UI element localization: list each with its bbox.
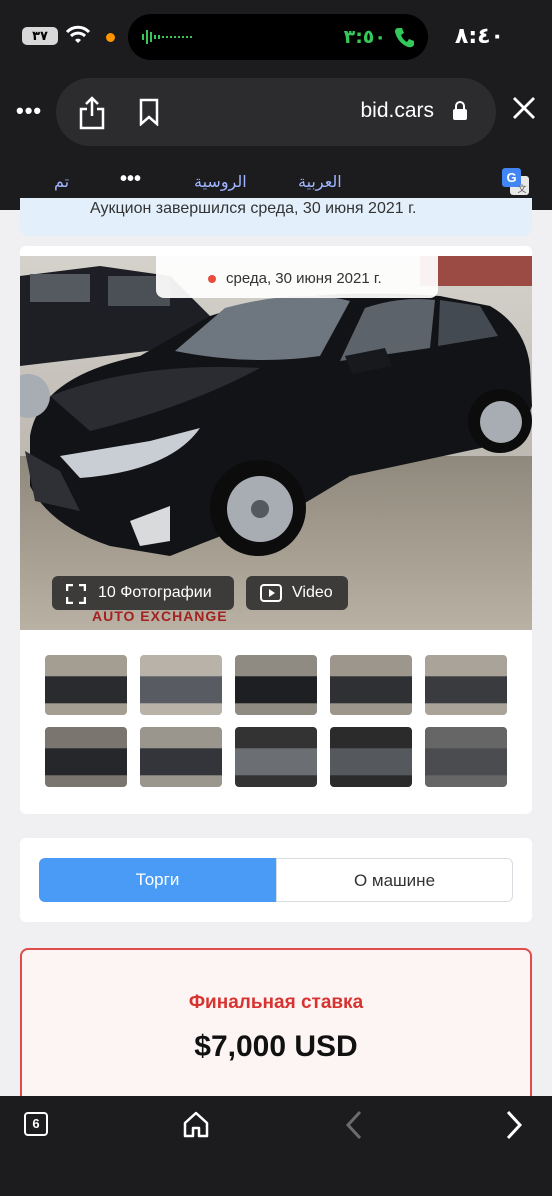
tabs-count-button[interactable]: 6 — [24, 1112, 48, 1136]
browser-bottom-toolbar: 6 — [0, 1096, 552, 1196]
clock: ٨:٤٠ — [454, 24, 504, 49]
banner-text: Аукцион завершился среда, 30 июня 2021 г… — [90, 200, 417, 217]
gallery-thumbnail[interactable] — [45, 655, 127, 715]
translate-more-icon[interactable]: ••• — [120, 168, 141, 191]
gallery-thumbnail[interactable] — [330, 655, 412, 715]
share-icon[interactable] — [78, 96, 106, 130]
status-dot — [208, 275, 216, 283]
svg-text:G: G — [506, 170, 516, 185]
auto-exchange-watermark: AUTO EXCHANGE — [92, 608, 228, 624]
final-bid-label: Финальная ставка — [188, 992, 364, 1013]
car-photo-image — [20, 256, 532, 630]
phone-icon — [395, 28, 414, 48]
battery-indicator: ٣٧ — [22, 27, 58, 45]
google-translate-icon[interactable]: G 文 — [502, 168, 530, 196]
browser-toolbar: ••• bid.cars — [0, 72, 552, 154]
forward-icon[interactable] — [504, 1110, 524, 1140]
gallery-thumbnail[interactable] — [45, 727, 127, 787]
video-button[interactable]: Video — [246, 576, 348, 610]
auction-ended-banner: Аукцион завершился среда, 30 июня 2021 г… — [20, 198, 532, 236]
status-bar: ٣٧ ٣:٥٠ ٨:٤٠ — [0, 0, 552, 72]
tab-about-car[interactable]: О машине — [276, 858, 513, 902]
audio-waveform-icon — [142, 30, 192, 44]
url-text: bid.cars — [360, 99, 434, 122]
gallery-thumbnail[interactable] — [235, 727, 317, 787]
video-button-label: Video — [292, 584, 333, 601]
translate-done-button[interactable]: تم — [54, 172, 69, 191]
gallery-thumbnail[interactable] — [235, 655, 317, 715]
tab-bids[interactable]: Торги — [39, 858, 276, 902]
fullscreen-icon — [66, 584, 86, 604]
wifi-icon — [66, 25, 90, 43]
more-options-icon[interactable]: ••• — [16, 98, 42, 124]
main-car-photo[interactable] — [20, 256, 532, 630]
details-tabs-card: Торги О машине — [20, 838, 532, 922]
translate-lang-arabic[interactable]: العربية — [298, 172, 342, 191]
translate-lang-russian[interactable]: الروسية — [194, 172, 247, 191]
bookmark-icon[interactable] — [138, 98, 160, 126]
final-bid-price: $7,000 USD — [194, 1030, 358, 1063]
play-icon — [260, 584, 282, 602]
svg-text:文: 文 — [517, 183, 526, 195]
call-duration: ٣:٥٠ — [343, 26, 386, 48]
address-bar[interactable]: bid.cars — [56, 78, 496, 146]
gallery-thumbnail[interactable] — [140, 727, 222, 787]
photos-button-label: 10 Фотографии — [98, 584, 212, 601]
close-icon[interactable] — [512, 96, 536, 120]
auction-date-badge: среда, 30 июня 2021 г. — [156, 256, 438, 298]
dynamic-island-call[interactable]: ٣:٥٠ — [128, 14, 428, 60]
lock-icon — [453, 101, 467, 120]
home-icon[interactable] — [182, 1110, 210, 1138]
final-bid-card: Финальная ставка $7,000 USD — [20, 948, 532, 1108]
back-icon[interactable] — [344, 1110, 364, 1140]
gallery-thumbnail[interactable] — [140, 655, 222, 715]
gallery-thumbnail[interactable] — [425, 655, 507, 715]
mic-in-use-dot — [106, 33, 115, 42]
auction-date-text: среда, 30 июня 2021 г. — [226, 270, 382, 287]
photos-button[interactable]: 10 Фотографии — [52, 576, 234, 610]
gallery-thumbnail[interactable] — [425, 727, 507, 787]
gallery-thumbnail[interactable] — [330, 727, 412, 787]
photo-gallery-card: среда, 30 июня 2021 г. 10 Фотографии Vid… — [20, 246, 532, 814]
